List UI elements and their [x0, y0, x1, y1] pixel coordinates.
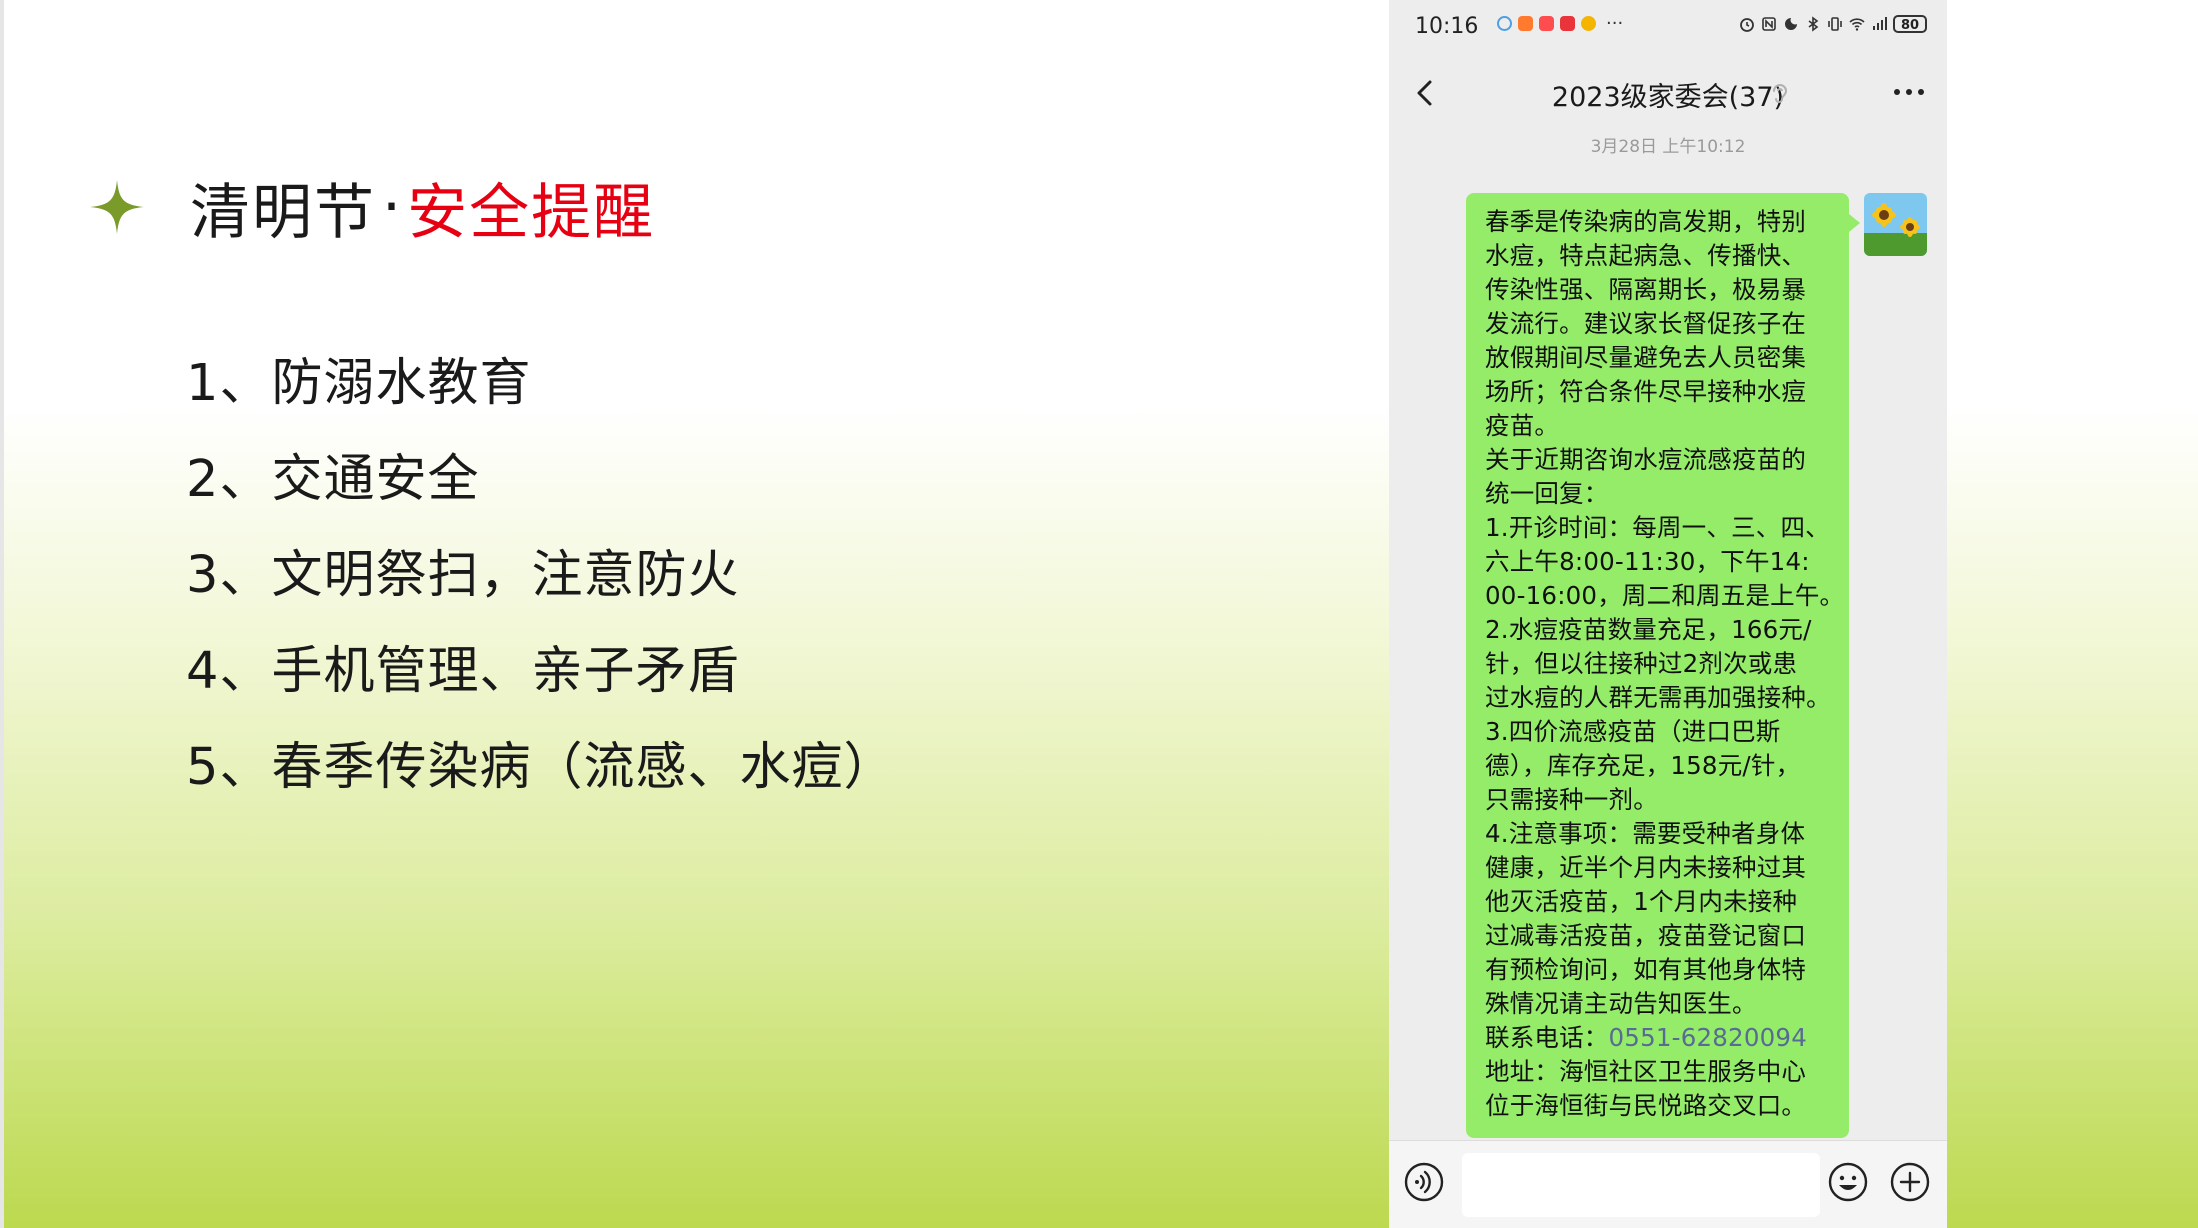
list-item: 5、春季传染病（流感、水痘） [186, 738, 896, 797]
notification-app-icon [1518, 16, 1533, 31]
message-line: 有预检询问，如有其他身体特 [1485, 955, 1807, 984]
message-line: 殊情况请主动告知医生。 [1485, 989, 1757, 1018]
safety-topics-list: 1、防溺水教育 2、交通安全 3、文明祭扫，注意防火 4、手机管理、亲子矛盾 5… [186, 348, 895, 828]
plus-circle-icon[interactable] [1889, 1161, 1931, 1203]
ellipsis-icon[interactable] [1891, 86, 1927, 98]
slide-title-separator: · [382, 172, 402, 242]
sunflower-avatar-image [1864, 193, 1927, 256]
message-line: 2.水痘疫苗数量充足，166元/ [1485, 615, 1812, 644]
contact-label: 联系电话： [1485, 1023, 1609, 1052]
message-line: 4.注意事项：需要受种者身体 [1485, 819, 1806, 848]
message-line: 传染性强、隔离期长，极易暴 [1485, 275, 1807, 304]
message-line: 统一回复： [1485, 479, 1609, 508]
emoji-icon[interactable] [1827, 1161, 1869, 1203]
notification-app-icon [1560, 16, 1575, 31]
status-app-icons: ··· [1497, 12, 1624, 34]
message-line: 3.四价流感疫苗（进口巴斯 [1485, 717, 1781, 746]
notification-app-icon [1497, 16, 1512, 31]
list-item: 2、交通安全 [186, 450, 480, 509]
vibrate-icon [1828, 17, 1842, 31]
phone-screenshot: 10:16 ··· 80 2023级家委会(37) 3月28日 上午10:12 … [1389, 0, 1947, 1228]
wifi-icon [1849, 18, 1865, 31]
message-input[interactable] [1462, 1153, 1820, 1217]
list-item: 3、文明祭扫，注意防火 [186, 546, 740, 605]
battery-indicator: 80 [1893, 15, 1927, 33]
do-not-disturb-icon [1785, 18, 1797, 30]
message-line: 水痘，特点起病急、传播快、 [1485, 241, 1807, 270]
message-line: 只需接种一剂。 [1485, 785, 1658, 814]
ear-icon [1773, 84, 1788, 103]
phone-number-link[interactable]: 0551-62820094 [1609, 1023, 1808, 1052]
slide-left-edge [0, 0, 4, 1228]
message-line: 地址：海恒社区卫生服务中心 [1485, 1057, 1807, 1086]
message-line: 疫苗。 [1485, 411, 1560, 440]
list-item: 4、手机管理、亲子矛盾 [186, 642, 740, 701]
message-line: 位于海恒街与民悦路交叉口。 [1485, 1091, 1807, 1120]
sparkle-star-icon [90, 180, 144, 234]
message-line: 德），库存充足，158元/针， [1485, 751, 1801, 780]
list-item: 1、防溺水教育 [186, 354, 532, 413]
notification-app-icon [1539, 16, 1554, 31]
bubble-tail [1849, 214, 1860, 232]
status-bar: 10:16 ··· 80 [1389, 0, 1947, 54]
message-line: 针，但以往接种过2剂次或患 [1485, 649, 1798, 678]
chat-input-bar [1389, 1140, 1947, 1228]
status-system-icons: 80 [1739, 15, 1927, 33]
voice-icon[interactable] [1403, 1161, 1445, 1203]
status-more-indicator: ··· [1606, 12, 1624, 34]
bluetooth-icon [1808, 16, 1819, 32]
avatar[interactable] [1864, 193, 1927, 256]
message-bubble[interactable]: 春季是传染病的高发期，特别 水痘，特点起病急、传播快、 传染性强、隔离期长，极易… [1466, 193, 1849, 1138]
message-line: 关于近期咨询水痘流感疫苗的 [1485, 445, 1807, 474]
message-line: 过水痘的人群无需再加强接种。 [1485, 683, 1831, 712]
message-line: 他灭活疫苗，1个月内未接种 [1485, 887, 1798, 916]
message-line: 场所；符合条件尽早接种水痘 [1485, 377, 1807, 406]
chat-title: 2023级家委会(37) [1551, 82, 1785, 113]
message-line: 六上午8:00-11:30，下午14: [1485, 547, 1810, 576]
chat-header: 2023级家委会(37) [1389, 62, 1947, 124]
message-timestamp: 3月28日 上午10:12 [1590, 137, 1746, 157]
message-line: 放假期间尽量避免去人员密集 [1485, 343, 1807, 372]
alarm-icon [1740, 18, 1754, 32]
message-line: 1.开诊时间：每周一、三、四、 [1485, 513, 1830, 542]
message-line: 春季是传染病的高发期，特别 [1485, 207, 1807, 236]
contact-line: 联系电话：0551-62820094 [1485, 1021, 1833, 1055]
message-line: 00-16:00，周二和周五是上午。 [1485, 581, 1845, 610]
status-time: 10:16 [1415, 14, 1479, 39]
nfc-icon [1762, 17, 1776, 31]
slide-title-main: 清明节 [190, 177, 376, 248]
message-line: 过减毒活疫苗，疫苗登记窗口 [1485, 921, 1807, 950]
slide-title-accent: 安全提醒 [407, 177, 656, 248]
slide-title: 清明节 · 安全提醒 [88, 162, 655, 252]
cellular-signal-icon [1873, 17, 1887, 30]
notification-app-icon [1581, 16, 1596, 31]
message-line: 健康，近半个月内未接种过其 [1485, 853, 1807, 882]
message-line: 发流行。建议家长督促孩子在 [1485, 309, 1807, 338]
